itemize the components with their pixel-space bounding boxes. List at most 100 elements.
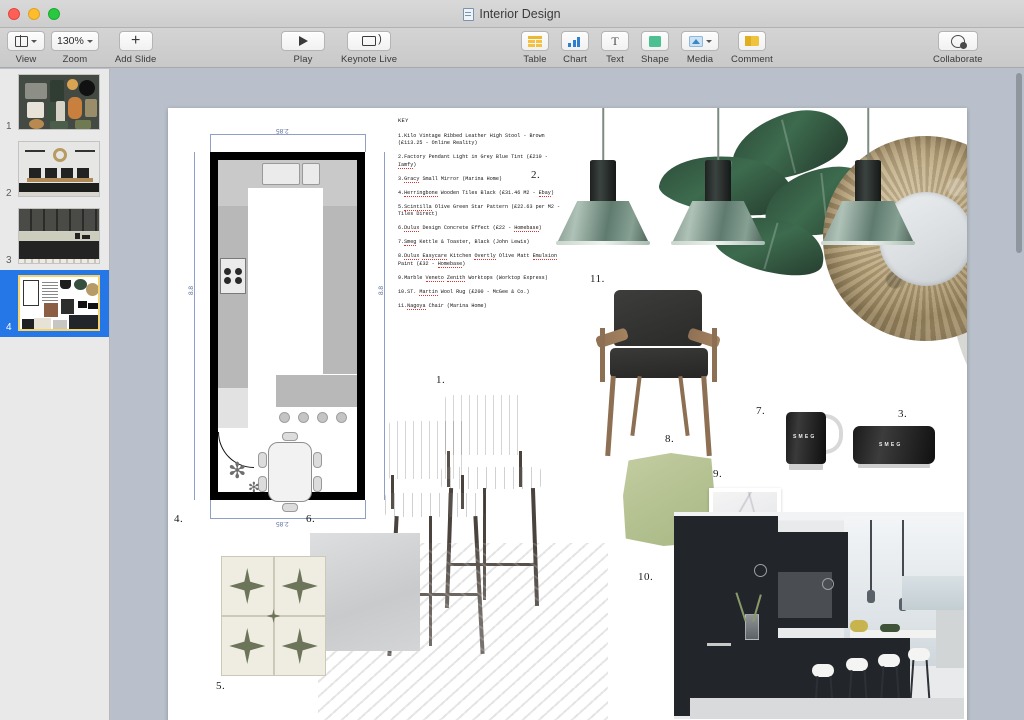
text-button[interactable]: T Text xyxy=(598,28,632,65)
callout-3: 3. xyxy=(898,408,908,420)
key-item-9: 9.Marble Veneto Zenith Worktops (Worktop… xyxy=(398,274,548,282)
floor-plan-walls: ✻ ✻ xyxy=(210,152,365,512)
slide-thumbnail[interactable] xyxy=(18,141,100,197)
laptop-broadcast-icon xyxy=(362,33,382,46)
chart-button[interactable]: Chart xyxy=(558,28,592,65)
sidebar-slide-2[interactable]: 2 xyxy=(0,136,109,203)
nagoya-chair-image[interactable] xyxy=(588,288,733,463)
slide-thumbnail-selected[interactable] xyxy=(18,275,100,331)
pendant-cap xyxy=(855,160,881,204)
plan-units-right xyxy=(323,206,357,374)
slide-thumbnail[interactable] xyxy=(18,208,100,264)
pendant-cord xyxy=(867,108,869,162)
shape-button[interactable]: Shape xyxy=(638,28,672,65)
plan-stool xyxy=(336,412,347,423)
dimension-tick xyxy=(365,500,366,518)
photo-side-counter xyxy=(936,608,964,668)
pendant-shade xyxy=(672,201,764,243)
window-titlebar: Interior Design xyxy=(0,0,1024,28)
key-item-11: 11.Nagoya Chair (Marina Home) xyxy=(398,302,487,310)
photo-handle xyxy=(707,643,731,646)
photo-fruit-bowl xyxy=(880,624,900,632)
pendant-cap xyxy=(590,160,616,204)
key-item-5: 5.Scintilla Olive Green Star Pattern (£2… xyxy=(398,203,561,218)
plan-dining-chair xyxy=(313,476,322,492)
sidebar-slide-3[interactable]: 3 xyxy=(0,203,109,270)
pendant-light-left[interactable] xyxy=(553,108,653,258)
table-button[interactable]: Table xyxy=(518,28,552,65)
plan-dining-chair xyxy=(282,503,298,512)
sidebar-slide-1[interactable]: 1 xyxy=(0,69,109,136)
photo-sea-view xyxy=(902,576,964,610)
dimension-tick xyxy=(365,134,366,152)
sticky-note-icon xyxy=(744,36,759,46)
dimension-line-bottom xyxy=(210,518,366,519)
add-slide-label: Add Slide xyxy=(114,54,157,65)
toaster-base xyxy=(858,464,930,468)
chair-leg xyxy=(630,375,642,437)
comment-button[interactable]: Comment xyxy=(728,28,776,65)
key-item-1: 1.Kilo Vintage Ribbed Leather High Stool… xyxy=(398,132,545,147)
slide-thumbnail[interactable] xyxy=(18,74,100,130)
front-stool-backrest xyxy=(389,421,465,479)
thumb-art-2 xyxy=(19,142,99,196)
view-label: View xyxy=(15,54,37,65)
chart-label: Chart xyxy=(563,54,587,65)
sidebar-slide-4[interactable]: 4 xyxy=(0,270,109,337)
slide-canvas-area[interactable]: 2.85 8.8 8.8 4.1 4.18 2.85 xyxy=(111,69,1024,720)
chair-leg xyxy=(678,375,690,437)
media-button[interactable]: Media xyxy=(678,28,722,65)
play-button[interactable]: Play xyxy=(278,28,328,65)
smeg-appliances-image[interactable]: SMEG SMEG xyxy=(780,408,945,478)
green-square-shape-icon xyxy=(649,35,661,47)
thumb-art-3 xyxy=(19,209,99,263)
key-legend[interactable]: KEY 1.Kilo Vintage Ribbed Leather High S… xyxy=(398,118,568,317)
keynote-live-button[interactable]: Keynote Live xyxy=(338,28,400,65)
pendant-light-right[interactable] xyxy=(818,108,918,258)
tile-cell xyxy=(221,616,274,676)
plan-stool xyxy=(298,412,309,423)
tile-cell xyxy=(221,556,274,616)
zoom-control[interactable]: 130% Zoom xyxy=(48,28,102,65)
dimension-label-right: 8.8 xyxy=(378,286,385,296)
photo-bar-stool xyxy=(908,648,934,704)
dimension-label-left: 8.8 xyxy=(188,286,195,296)
slide-canvas[interactable]: 2.85 8.8 8.8 4.1 4.18 2.85 xyxy=(168,108,967,720)
front-stool-seat xyxy=(385,493,485,517)
thumb-art-4 xyxy=(20,277,98,329)
dimension-tick xyxy=(210,500,211,518)
toaster-brand-text: SMEG xyxy=(879,442,903,448)
plan-plant-icon: ✻ xyxy=(228,458,247,483)
collaborate-button[interactable]: Collaborate xyxy=(930,28,986,65)
floor-plan-drawing[interactable]: 2.85 8.8 8.8 4.1 4.18 2.85 xyxy=(188,126,403,536)
canvas-scrollbar[interactable] xyxy=(1016,73,1022,253)
key-item-4: 4.Herringbone Wooden Tiles Black (£31.46… xyxy=(398,189,554,197)
table-label: Table xyxy=(523,54,547,65)
slide-navigator[interactable]: 1 2 3 4 xyxy=(0,69,110,720)
play-label: Play xyxy=(293,54,313,65)
chair-leg xyxy=(701,375,712,457)
plan-island xyxy=(276,375,357,407)
key-item-8: 8.Dulux Easycare Kitchen Overtly Olive M… xyxy=(398,253,558,268)
collaborate-person-icon xyxy=(950,34,967,49)
callout-11: 11. xyxy=(590,273,605,285)
olive-star-pattern-tile-sample[interactable] xyxy=(221,556,326,676)
dimension-tick xyxy=(210,134,211,152)
callout-2: 2. xyxy=(531,169,541,181)
view-panes-icon xyxy=(15,35,28,47)
slide-number: 4 xyxy=(6,322,12,333)
view-button[interactable]: View xyxy=(4,28,48,65)
kitchen-inspiration-photo[interactable] xyxy=(674,512,964,719)
keynote-live-label: Keynote Live xyxy=(341,54,398,65)
dimension-label-bottom: 2.85 xyxy=(276,520,289,527)
slide-number: 3 xyxy=(6,255,12,266)
dimension-label-top: 2.85 xyxy=(276,127,289,134)
plan-stool xyxy=(279,412,290,423)
add-slide-button[interactable]: + Add Slide xyxy=(112,28,160,65)
chair-frame-right xyxy=(712,328,717,382)
concrete-effect-sample[interactable] xyxy=(310,533,420,651)
callout-10: 10. xyxy=(638,571,654,583)
callout-4: 4. xyxy=(174,513,184,525)
pendant-rim xyxy=(671,241,765,245)
pendant-light-center[interactable] xyxy=(668,108,768,258)
